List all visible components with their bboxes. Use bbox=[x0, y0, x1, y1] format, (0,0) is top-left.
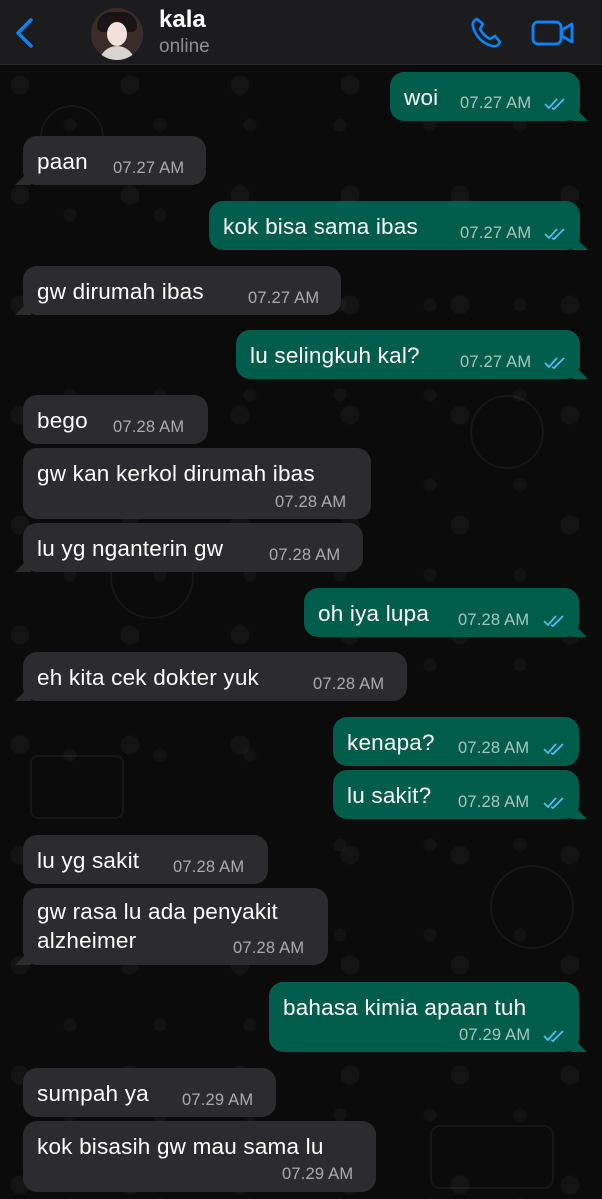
message-incoming[interactable]: lu yg nganterin gw 07.28 AM bbox=[15, 523, 363, 572]
video-camera-icon[interactable] bbox=[531, 18, 575, 48]
chat-header: kala online bbox=[0, 0, 602, 65]
message-time: 07.28 AM bbox=[458, 793, 530, 811]
message-time: 07.29 AM bbox=[459, 1026, 531, 1044]
back-chevron-icon[interactable] bbox=[10, 16, 40, 50]
double-check-icon bbox=[543, 1030, 564, 1043]
message-time: 07.28 AM bbox=[313, 675, 385, 693]
message-incoming[interactable]: eh kita cek dokter yuk 07.28 AM bbox=[15, 652, 407, 701]
double-check-icon bbox=[544, 228, 565, 241]
message-time: 07.27 AM bbox=[113, 159, 185, 177]
contact-status: online bbox=[159, 36, 210, 57]
message-incoming[interactable]: lu yg sakit 07.28 AM bbox=[23, 835, 268, 884]
message-incoming[interactable]: bego 07.28 AM bbox=[23, 395, 208, 444]
message-time: 07.28 AM bbox=[458, 611, 530, 629]
double-check-icon bbox=[543, 743, 564, 756]
message-time: 07.29 AM bbox=[182, 1091, 254, 1109]
message-incoming[interactable]: gw kan kerkol dirumah ibas 07.28 AM bbox=[23, 448, 371, 519]
message-time: 07.28 AM bbox=[173, 858, 245, 876]
double-check-icon bbox=[543, 797, 564, 810]
message-incoming[interactable]: sumpah ya 07.29 AM bbox=[23, 1068, 276, 1117]
message-time: 07.27 AM bbox=[460, 353, 532, 371]
message-outgoing[interactable]: kenapa? 07.28 AM bbox=[333, 717, 579, 766]
message-time: 07.27 AM bbox=[248, 289, 320, 307]
message-time: 07.29 AM bbox=[282, 1165, 354, 1183]
message-outgoing[interactable]: lu sakit? 07.28 AM bbox=[333, 770, 587, 819]
message-incoming[interactable]: gw dirumah ibas 07.27 AM bbox=[15, 266, 341, 315]
message-incoming[interactable]: paan 07.27 AM bbox=[15, 136, 206, 185]
message-time: 07.28 AM bbox=[113, 418, 185, 436]
message-outgoing[interactable]: kok bisa sama ibas 07.27 AM bbox=[209, 201, 588, 250]
message-outgoing[interactable]: lu selingkuh kal? 07.27 AM bbox=[236, 330, 588, 379]
message-incoming[interactable]: gw rasa lu ada penyakit alzheimer 07.28 … bbox=[15, 888, 328, 965]
message-outgoing[interactable]: oh iya lupa 07.28 AM bbox=[304, 588, 587, 637]
message-time: 07.28 AM bbox=[269, 546, 341, 564]
contact-avatar[interactable] bbox=[91, 8, 143, 60]
double-check-icon bbox=[543, 615, 564, 628]
message-time: 07.28 AM bbox=[275, 493, 347, 511]
message-outgoing[interactable]: woi 07.27 AM bbox=[390, 72, 588, 121]
phone-icon[interactable] bbox=[469, 16, 503, 50]
contact-name[interactable]: kala bbox=[159, 6, 206, 34]
message-time: 07.27 AM bbox=[460, 224, 532, 242]
message-time: 07.27 AM bbox=[460, 94, 532, 112]
message-incoming[interactable]: kok bisasih gw mau sama lu 07.29 AM bbox=[23, 1121, 376, 1192]
message-time: 07.28 AM bbox=[233, 939, 305, 957]
message-time: 07.28 AM bbox=[458, 739, 530, 757]
message-outgoing[interactable]: bahasa kimia apaan tuh 07.29 AM bbox=[269, 982, 587, 1052]
double-check-icon bbox=[544, 98, 565, 111]
double-check-icon bbox=[544, 357, 565, 370]
